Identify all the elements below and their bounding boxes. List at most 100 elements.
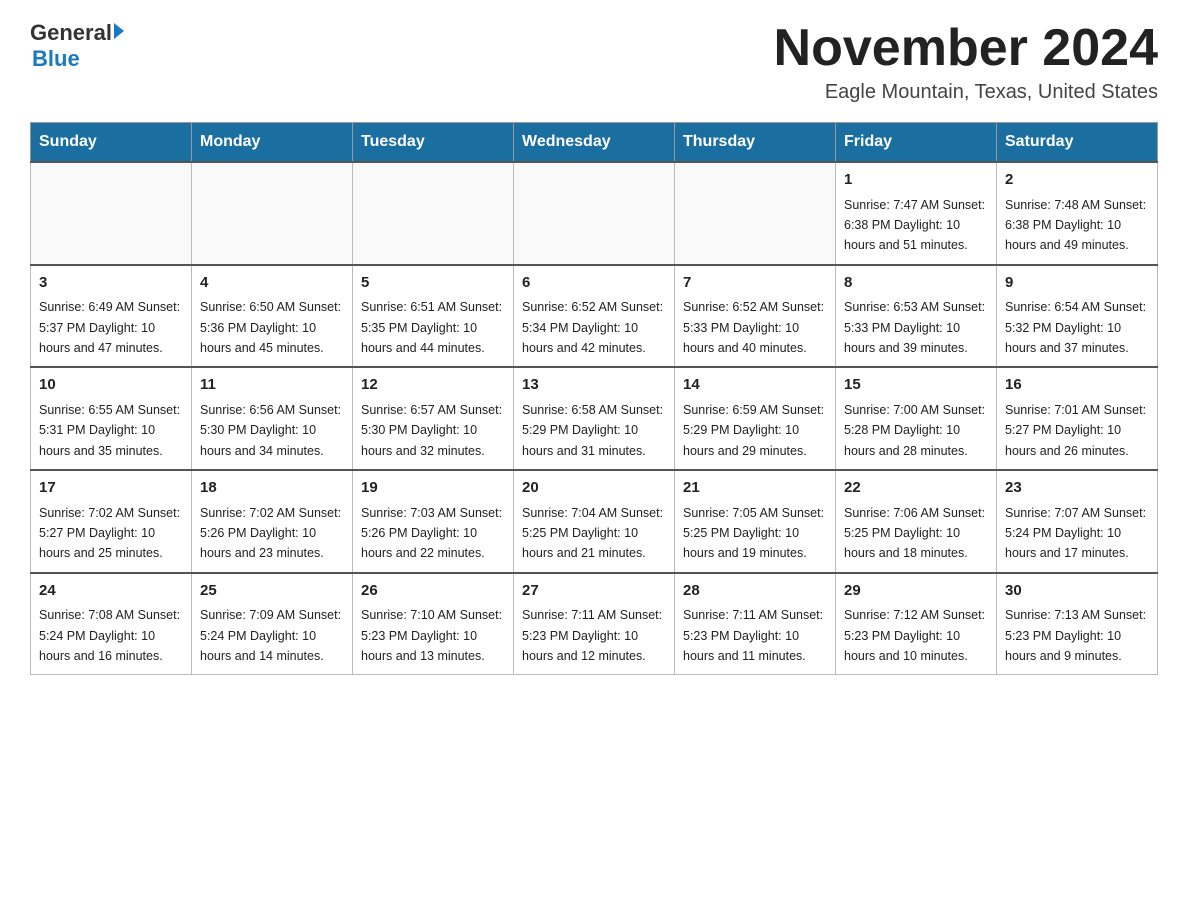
day-number: 14 (683, 374, 827, 397)
calendar-cell: 17Sunrise: 7:02 AM Sunset: 5:27 PM Dayli… (31, 470, 192, 573)
day-number: 16 (1005, 374, 1149, 397)
day-info: Sunrise: 7:47 AM Sunset: 6:38 PM Dayligh… (844, 198, 985, 253)
day-info: Sunrise: 7:07 AM Sunset: 5:24 PM Dayligh… (1005, 506, 1146, 561)
calendar-cell: 3 Sunrise: 6:49 AM Sunset: 5:37 PM Daylig… (31, 265, 192, 368)
calendar-cell (514, 162, 675, 265)
title-section: November 2024 Eagle Mountain, Texas, Uni… (774, 20, 1158, 104)
day-number: 13 (522, 374, 666, 397)
calendar-cell: 10 Sunrise: 6:55 AM Sunset: 5:31 PM Dayli… (31, 367, 192, 470)
calendar-cell: 29 Sunrise: 7:12 AM Sunset: 5:23 PM Dayli… (836, 573, 997, 675)
calendar-cell: 8 Sunrise: 6:53 AM Sunset: 5:33 PM Daylig… (836, 265, 997, 368)
day-number: 18 (200, 477, 344, 500)
calendar-cell (192, 162, 353, 265)
calendar-cell (31, 162, 192, 265)
day-info: Sunrise: 6:52 AM Sunset: 5:33 PM Dayligh… (683, 300, 824, 355)
day-number: 28 (683, 580, 827, 603)
day-info: Sunrise: 7:08 AM Sunset: 5:24 PM Dayligh… (39, 608, 180, 663)
day-number: 10 (39, 374, 183, 397)
calendar-cell: 5Sunrise: 6:51 AM Sunset: 5:35 PM Daylig… (353, 265, 514, 368)
day-number: 4 (200, 272, 344, 295)
calendar-cell: 22Sunrise: 7:06 AM Sunset: 5:25 PM Dayli… (836, 470, 997, 573)
location-title: Eagle Mountain, Texas, United States (774, 81, 1158, 104)
calendar-cell: 28Sunrise: 7:11 AM Sunset: 5:23 PM Dayli… (675, 573, 836, 675)
weekday-header-tuesday: Tuesday (353, 123, 514, 163)
calendar-cell: 9 Sunrise: 6:54 AM Sunset: 5:32 PM Daylig… (997, 265, 1158, 368)
day-info: Sunrise: 6:58 AM Sunset: 5:29 PM Dayligh… (522, 403, 663, 458)
calendar-body: 1 Sunrise: 7:47 AM Sunset: 6:38 PM Daylig… (31, 162, 1158, 675)
day-info: Sunrise: 7:01 AM Sunset: 5:27 PM Dayligh… (1005, 403, 1146, 458)
day-number: 24 (39, 580, 183, 603)
day-info: Sunrise: 7:04 AM Sunset: 5:25 PM Dayligh… (522, 506, 663, 561)
calendar-cell: 2Sunrise: 7:48 AM Sunset: 6:38 PM Daylig… (997, 162, 1158, 265)
calendar-table: SundayMondayTuesdayWednesdayThursdayFrid… (30, 122, 1158, 675)
day-info: Sunrise: 6:51 AM Sunset: 5:35 PM Dayligh… (361, 300, 502, 355)
day-number: 15 (844, 374, 988, 397)
day-number: 12 (361, 374, 505, 397)
calendar-cell: 1 Sunrise: 7:47 AM Sunset: 6:38 PM Daylig… (836, 162, 997, 265)
weekday-header-wednesday: Wednesday (514, 123, 675, 163)
calendar-cell: 30 Sunrise: 7:13 AM Sunset: 5:23 PM Dayli… (997, 573, 1158, 675)
day-info: Sunrise: 6:52 AM Sunset: 5:34 PM Dayligh… (522, 300, 663, 355)
day-number: 3 (39, 272, 183, 295)
day-info: Sunrise: 6:55 AM Sunset: 5:31 PM Dayligh… (39, 403, 180, 458)
calendar-week-5: 24 Sunrise: 7:08 AM Sunset: 5:24 PM Dayli… (31, 573, 1158, 675)
day-number: 22 (844, 477, 988, 500)
calendar-cell: 21 Sunrise: 7:05 AM Sunset: 5:25 PM Dayli… (675, 470, 836, 573)
logo-arrow-icon (114, 23, 124, 39)
day-info: Sunrise: 6:53 AM Sunset: 5:33 PM Dayligh… (844, 300, 985, 355)
day-number: 29 (844, 580, 988, 603)
day-number: 1 (844, 169, 988, 192)
calendar-cell: 12 Sunrise: 6:57 AM Sunset: 5:30 PM Dayli… (353, 367, 514, 470)
day-info: Sunrise: 7:05 AM Sunset: 5:25 PM Dayligh… (683, 506, 824, 561)
page-header: General Blue November 2024 Eagle Mountai… (30, 20, 1158, 104)
day-number: 27 (522, 580, 666, 603)
day-number: 23 (1005, 477, 1149, 500)
day-info: Sunrise: 7:02 AM Sunset: 5:26 PM Dayligh… (200, 506, 341, 561)
calendar-cell (353, 162, 514, 265)
logo-general-text: General (30, 20, 112, 46)
calendar-cell: 19 Sunrise: 7:03 AM Sunset: 5:26 PM Dayli… (353, 470, 514, 573)
calendar-cell: 6 Sunrise: 6:52 AM Sunset: 5:34 PM Daylig… (514, 265, 675, 368)
day-number: 2 (1005, 169, 1149, 192)
weekday-header-monday: Monday (192, 123, 353, 163)
day-info: Sunrise: 7:13 AM Sunset: 5:23 PM Dayligh… (1005, 608, 1146, 663)
calendar-cell: 26 Sunrise: 7:10 AM Sunset: 5:23 PM Dayli… (353, 573, 514, 675)
day-number: 20 (522, 477, 666, 500)
calendar-week-2: 3 Sunrise: 6:49 AM Sunset: 5:37 PM Daylig… (31, 265, 1158, 368)
day-number: 9 (1005, 272, 1149, 295)
calendar-week-1: 1 Sunrise: 7:47 AM Sunset: 6:38 PM Daylig… (31, 162, 1158, 265)
day-info: Sunrise: 7:09 AM Sunset: 5:24 PM Dayligh… (200, 608, 341, 663)
day-number: 30 (1005, 580, 1149, 603)
day-info: Sunrise: 6:50 AM Sunset: 5:36 PM Dayligh… (200, 300, 341, 355)
calendar-week-3: 10 Sunrise: 6:55 AM Sunset: 5:31 PM Dayli… (31, 367, 1158, 470)
calendar-week-4: 17Sunrise: 7:02 AM Sunset: 5:27 PM Dayli… (31, 470, 1158, 573)
calendar-cell: 24 Sunrise: 7:08 AM Sunset: 5:24 PM Dayli… (31, 573, 192, 675)
calendar-cell: 11Sunrise: 6:56 AM Sunset: 5:30 PM Dayli… (192, 367, 353, 470)
calendar-cell: 15 Sunrise: 7:00 AM Sunset: 5:28 PM Dayli… (836, 367, 997, 470)
weekday-header-row: SundayMondayTuesdayWednesdayThursdayFrid… (31, 123, 1158, 163)
day-info: Sunrise: 6:57 AM Sunset: 5:30 PM Dayligh… (361, 403, 502, 458)
day-info: Sunrise: 7:00 AM Sunset: 5:28 PM Dayligh… (844, 403, 985, 458)
day-number: 19 (361, 477, 505, 500)
weekday-header-friday: Friday (836, 123, 997, 163)
calendar-header: SundayMondayTuesdayWednesdayThursdayFrid… (31, 123, 1158, 163)
weekday-header-thursday: Thursday (675, 123, 836, 163)
day-number: 8 (844, 272, 988, 295)
day-info: Sunrise: 7:10 AM Sunset: 5:23 PM Dayligh… (361, 608, 502, 663)
day-number: 11 (200, 374, 344, 397)
calendar-cell: 13 Sunrise: 6:58 AM Sunset: 5:29 PM Dayli… (514, 367, 675, 470)
day-info: Sunrise: 6:59 AM Sunset: 5:29 PM Dayligh… (683, 403, 824, 458)
day-info: Sunrise: 6:54 AM Sunset: 5:32 PM Dayligh… (1005, 300, 1146, 355)
calendar-cell: 4 Sunrise: 6:50 AM Sunset: 5:36 PM Daylig… (192, 265, 353, 368)
day-info: Sunrise: 7:03 AM Sunset: 5:26 PM Dayligh… (361, 506, 502, 561)
calendar-cell (675, 162, 836, 265)
day-number: 6 (522, 272, 666, 295)
day-info: Sunrise: 6:49 AM Sunset: 5:37 PM Dayligh… (39, 300, 180, 355)
calendar-cell: 18 Sunrise: 7:02 AM Sunset: 5:26 PM Dayli… (192, 470, 353, 573)
calendar-cell: 25Sunrise: 7:09 AM Sunset: 5:24 PM Dayli… (192, 573, 353, 675)
calendar-cell: 27Sunrise: 7:11 AM Sunset: 5:23 PM Dayli… (514, 573, 675, 675)
calendar-cell: 20 Sunrise: 7:04 AM Sunset: 5:25 PM Dayli… (514, 470, 675, 573)
day-info: Sunrise: 7:12 AM Sunset: 5:23 PM Dayligh… (844, 608, 985, 663)
day-number: 21 (683, 477, 827, 500)
day-number: 26 (361, 580, 505, 603)
